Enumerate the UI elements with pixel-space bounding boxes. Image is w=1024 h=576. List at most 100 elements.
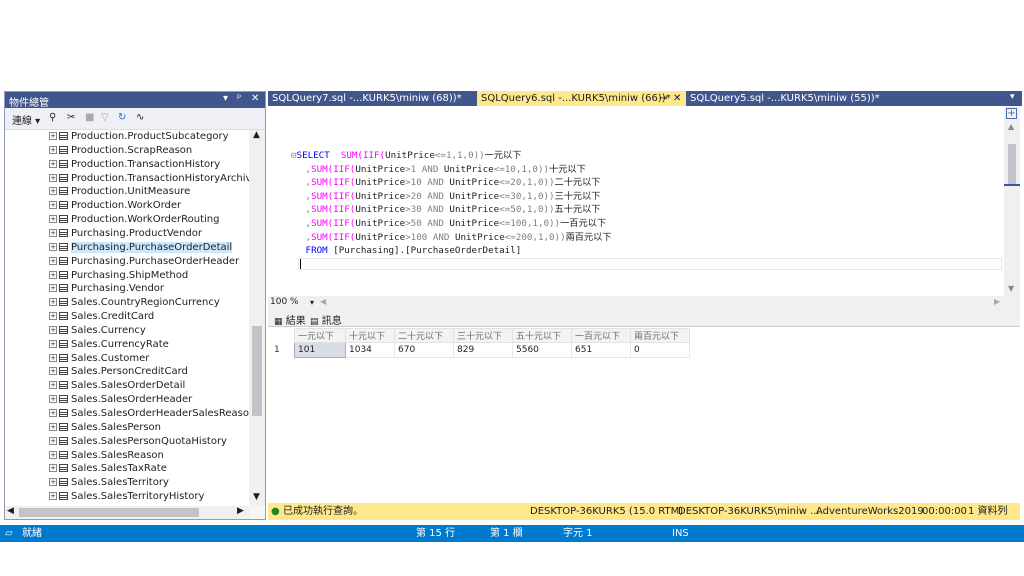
grid-cell[interactable]: 101 bbox=[294, 342, 346, 358]
tree-node[interactable]: + Purchasing.ShipMethod bbox=[49, 269, 188, 283]
disconnect-icon[interactable]: ✂ bbox=[67, 112, 75, 123]
tab-messages[interactable]: ▤ 訊息 bbox=[310, 312, 342, 327]
expand-icon[interactable]: + bbox=[49, 367, 57, 376]
expand-icon[interactable]: + bbox=[49, 228, 57, 237]
expand-icon[interactable]: + bbox=[49, 478, 57, 487]
tree-node[interactable]: + Sales.CountryRegionCurrency bbox=[49, 296, 220, 310]
grid-cell[interactable]: 1034 bbox=[345, 342, 395, 358]
scroll-left-icon[interactable]: ◀ bbox=[7, 506, 14, 516]
pin-tab-icon[interactable]: ⊸ bbox=[659, 91, 667, 106]
tree-node[interactable]: + Sales.SalesOrderHeaderSalesReason bbox=[49, 407, 249, 421]
expand-icon[interactable]: + bbox=[49, 395, 57, 404]
scroll-up-icon[interactable]: ▲ bbox=[253, 130, 260, 140]
tree-node[interactable]: + Sales.SalesPerson bbox=[49, 421, 161, 435]
expand-icon[interactable]: + bbox=[49, 492, 57, 501]
tree-node[interactable]: + Sales.SalesOrderHeader bbox=[49, 393, 192, 407]
tree-node[interactable]: + Sales.Currency bbox=[49, 324, 146, 338]
filter-icon[interactable]: ▽ bbox=[101, 112, 109, 123]
tree-node[interactable]: + Sales.SalesTerritoryHistory bbox=[49, 490, 204, 504]
editor-scroll-thumb[interactable] bbox=[1008, 144, 1016, 186]
tree-node[interactable]: + Sales.SalesPersonQuotaHistory bbox=[49, 435, 227, 449]
tree-node[interactable]: + Production.ScrapReason bbox=[49, 144, 192, 158]
table-row[interactable]: 1 101 1034 670 829 5560 651 0 bbox=[274, 342, 690, 358]
tree-node[interactable]: + Purchasing.ProductVendor bbox=[49, 227, 202, 241]
tree-node[interactable]: + Sales.CurrencyRate bbox=[49, 338, 169, 352]
tree-node[interactable]: + Sales.SalesOrderDetail bbox=[49, 379, 185, 393]
column-header[interactable]: 一元以下 bbox=[294, 328, 346, 343]
scroll-down-icon[interactable]: ▼ bbox=[253, 492, 260, 502]
tab-sqlquery5[interactable]: SQLQuery5.sql -...KURK5\miniw (55))* bbox=[686, 91, 896, 106]
row-number[interactable]: 1 bbox=[274, 343, 295, 358]
expand-icon[interactable]: + bbox=[49, 145, 57, 154]
zoom-dropdown-icon[interactable]: ▾ bbox=[310, 298, 314, 307]
expand-icon[interactable]: + bbox=[49, 173, 57, 182]
column-header[interactable]: 二十元以下 bbox=[394, 328, 454, 343]
tree-node[interactable]: + Sales.Customer bbox=[49, 352, 149, 366]
refresh-icon[interactable]: ↻ bbox=[118, 112, 126, 123]
expand-icon[interactable]: + bbox=[49, 284, 57, 293]
grid-cell[interactable]: 670 bbox=[394, 342, 454, 358]
expand-icon[interactable]: + bbox=[49, 409, 57, 417]
expand-icon[interactable]: + bbox=[49, 464, 57, 473]
tree-node[interactable]: + Sales.SalesReason bbox=[49, 449, 164, 463]
close-tab-icon[interactable]: ✕ bbox=[673, 91, 681, 106]
close-icon[interactable]: ✕ bbox=[251, 93, 259, 104]
tree-node[interactable]: + Production.UnitMeasure bbox=[49, 185, 190, 199]
scroll-up-icon[interactable]: ▲ bbox=[1008, 122, 1014, 131]
expand-icon[interactable]: + bbox=[49, 422, 57, 431]
column-header[interactable]: 十元以下 bbox=[345, 328, 395, 343]
grid-cell[interactable]: 829 bbox=[453, 342, 513, 358]
tree-node[interactable]: + Sales.SalesTerritory bbox=[49, 476, 169, 490]
stop-icon[interactable]: ■ bbox=[85, 112, 94, 123]
grid-cell[interactable]: 0 bbox=[630, 342, 690, 358]
tree-scroll-thumb[interactable] bbox=[252, 326, 262, 416]
scroll-down-icon[interactable]: ▼ bbox=[1008, 284, 1014, 293]
window-position-icon[interactable]: ▾ bbox=[223, 93, 228, 104]
expand-icon[interactable]: + bbox=[49, 187, 57, 196]
tree-node[interactable]: + Production.TransactionHistory bbox=[49, 158, 220, 172]
results-grid[interactable]: 一元以下 十元以下 二十元以下 三十元以下 五十元以下 一百元以下 兩百元以下 1 101 10… bbox=[268, 327, 1020, 503]
expand-icon[interactable]: + bbox=[49, 325, 57, 334]
grid-cell[interactable]: 651 bbox=[571, 342, 631, 358]
tree-node[interactable]: + Sales.PersonCreditCard bbox=[49, 365, 188, 379]
expand-icon[interactable]: + bbox=[49, 256, 57, 265]
tree-node[interactable]: + Sales.SalesTaxRate bbox=[49, 462, 167, 476]
expand-icon[interactable]: + bbox=[49, 381, 57, 390]
expand-icon[interactable]: + bbox=[49, 201, 57, 210]
split-editor-icon[interactable]: + bbox=[1006, 108, 1017, 119]
expand-icon[interactable]: + bbox=[49, 298, 57, 307]
connect-button[interactable]: 連線 ▾ bbox=[12, 112, 40, 127]
expand-icon[interactable]: + bbox=[49, 215, 57, 224]
tree-hscroll-thumb[interactable] bbox=[19, 508, 199, 517]
tree-node[interactable]: + Sales.CreditCard bbox=[49, 310, 154, 324]
tree-node[interactable]: + Purchasing.PurchaseOrderDetail bbox=[49, 241, 233, 255]
editor-vertical-scrollbar[interactable]: + ▲ ▼ bbox=[1004, 106, 1020, 296]
expand-icon[interactable]: + bbox=[49, 353, 57, 362]
grid-cell[interactable]: 5560 bbox=[512, 342, 572, 358]
tree-node[interactable]: + Production.ProductSubcategory bbox=[49, 130, 229, 144]
tree-horizontal-scrollbar[interactable]: ◀ ▶ bbox=[5, 506, 249, 519]
hscroll-right-icon[interactable]: ▶ bbox=[994, 297, 1000, 306]
expand-icon[interactable]: + bbox=[49, 450, 57, 459]
expand-icon[interactable]: + bbox=[49, 312, 57, 321]
column-header[interactable]: 一百元以下 bbox=[571, 328, 631, 343]
zoom-level-dropdown[interactable]: 100 % bbox=[270, 297, 299, 307]
expand-icon[interactable]: + bbox=[49, 436, 57, 445]
tree-vertical-scrollbar[interactable]: ▲ ▼ bbox=[249, 130, 265, 506]
expand-icon[interactable]: + bbox=[49, 270, 57, 279]
expand-icon[interactable]: + bbox=[49, 159, 57, 168]
tab-list-dropdown-icon[interactable]: ▾ bbox=[1010, 92, 1015, 102]
tree-node[interactable]: + Purchasing.PurchaseOrderHeader bbox=[49, 255, 239, 269]
expand-icon[interactable]: + bbox=[49, 132, 57, 140]
tab-results[interactable]: ▦ 結果 bbox=[274, 312, 306, 327]
auto-hide-pin-icon[interactable]: ᵖ bbox=[237, 93, 241, 104]
column-header[interactable]: 五十元以下 bbox=[512, 328, 572, 343]
expand-icon[interactable]: + bbox=[49, 242, 57, 251]
tab-sqlquery7[interactable]: SQLQuery7.sql -...KURK5\miniw (68))* bbox=[268, 91, 477, 106]
tree-node[interactable]: + Production.WorkOrder bbox=[49, 199, 181, 213]
tab-sqlquery6[interactable]: SQLQuery6.sql -...KURK5\miniw (66))* ⊸ ✕ bbox=[477, 91, 686, 106]
tree-node[interactable]: + Production.WorkOrderRouting bbox=[49, 213, 219, 227]
column-header[interactable]: 兩百元以下 bbox=[630, 328, 690, 343]
tree-node[interactable]: + Production.TransactionHistoryArchive bbox=[49, 172, 249, 186]
tree-node[interactable]: + Purchasing.Vendor bbox=[49, 282, 164, 296]
